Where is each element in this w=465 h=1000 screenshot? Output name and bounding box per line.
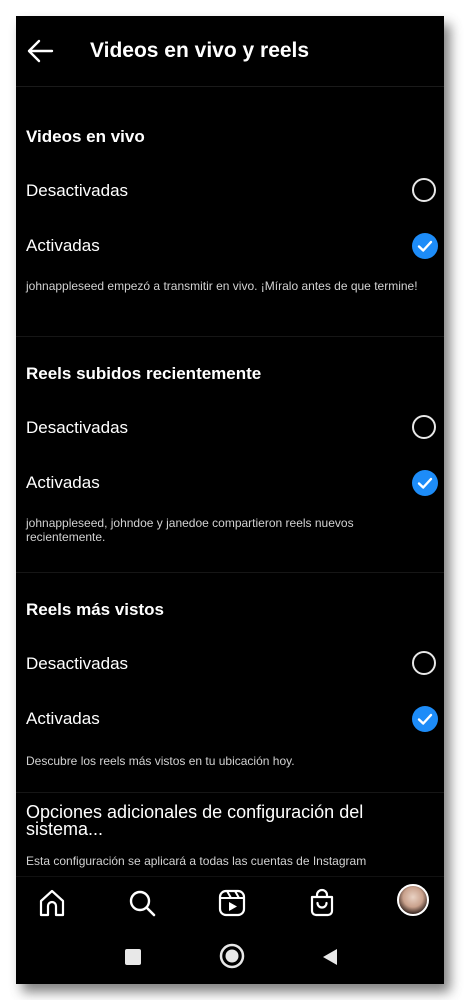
- system-navigation-bar: [16, 928, 444, 984]
- section-title-reels-mas-vistos: Reels más vistos: [26, 600, 164, 619]
- radio-option-top-on[interactable]: Activadas: [16, 700, 444, 740]
- section-title-reels-recientes: Reels subidos recientemente: [26, 364, 262, 383]
- section-title-videos-en-vivo: Videos en vivo: [26, 127, 145, 146]
- bottom-tab-bar: [16, 876, 444, 927]
- section-description: Descubre los reels más vistos en tu ubic…: [26, 754, 295, 768]
- radio-unselected-icon[interactable]: [412, 651, 436, 675]
- option-label: Desactivadas: [26, 654, 129, 673]
- section-description: johnappleseed empezó a transmitir en viv…: [26, 279, 418, 293]
- shop-icon[interactable]: [306, 887, 338, 919]
- top-app-bar: Videos en vivo y reels: [16, 16, 444, 87]
- additional-options-description: Esta configuración se aplicará a todas l…: [26, 854, 367, 868]
- option-label: Desactivadas: [26, 181, 129, 200]
- home-circle-icon[interactable]: [219, 943, 245, 974]
- search-icon[interactable]: [126, 887, 158, 919]
- radio-option-top-off[interactable]: Desactivadas: [16, 645, 444, 685]
- radio-option-live-on[interactable]: Activadas: [16, 227, 444, 267]
- option-label: Activadas: [26, 473, 100, 492]
- option-label: Activadas: [26, 236, 100, 255]
- back-triangle-icon[interactable]: [322, 948, 338, 971]
- radio-selected-check-icon[interactable]: [412, 706, 438, 732]
- radio-unselected-icon[interactable]: [412, 178, 436, 202]
- additional-options-link[interactable]: Opciones adicionales de configuración de…: [26, 803, 426, 838]
- radio-option-recent-off[interactable]: Desactivadas: [16, 409, 444, 449]
- divider: [16, 572, 444, 573]
- profile-avatar[interactable]: [397, 884, 429, 916]
- page-title: Videos en vivo y reels: [90, 39, 310, 62]
- option-label: Desactivadas: [26, 418, 129, 437]
- divider: [16, 792, 444, 793]
- divider: [16, 336, 444, 337]
- home-icon[interactable]: [36, 887, 68, 919]
- back-arrow-icon[interactable]: [26, 38, 54, 64]
- option-label: Activadas: [26, 709, 100, 728]
- radio-option-live-off[interactable]: Desactivadas: [16, 172, 444, 212]
- phone-screen: Videos en vivo y reels Videos en vivo De…: [16, 16, 444, 984]
- radio-option-recent-on[interactable]: Activadas: [16, 464, 444, 504]
- radio-selected-check-icon[interactable]: [412, 233, 438, 259]
- section-description: johnappleseed, johndoe y janedoe compart…: [26, 516, 354, 544]
- reels-icon[interactable]: [216, 887, 248, 919]
- recents-square-icon[interactable]: [125, 949, 141, 970]
- radio-selected-check-icon[interactable]: [412, 470, 438, 496]
- radio-unselected-icon[interactable]: [412, 415, 436, 439]
